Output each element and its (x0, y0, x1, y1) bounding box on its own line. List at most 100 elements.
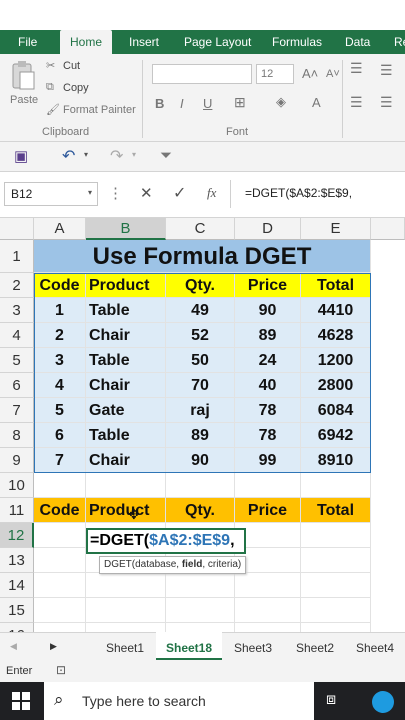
empty-cell[interactable] (166, 573, 235, 598)
column-header[interactable] (371, 218, 405, 240)
filter-icon[interactable]: ⏷ (160, 147, 172, 164)
table-cell[interactable]: 24 (235, 348, 301, 373)
italic-button[interactable]: I (180, 96, 184, 111)
table-cell[interactable]: 8910 (301, 448, 371, 473)
cut-button[interactable]: Cut (63, 60, 80, 72)
scroll-left-icon[interactable]: ◀ (10, 641, 17, 652)
table-cell[interactable]: 99 (235, 448, 301, 473)
row-header[interactable]: 4 (0, 323, 34, 348)
empty-cell[interactable] (34, 548, 86, 573)
row-header[interactable]: 6 (0, 373, 34, 398)
cancel-icon[interactable]: ✕ (140, 184, 153, 202)
criteria-header-cell[interactable]: Code (34, 498, 86, 523)
empty-cell[interactable] (235, 573, 301, 598)
table-cell[interactable]: 4 (34, 373, 86, 398)
empty-cell[interactable] (301, 473, 371, 498)
empty-cell[interactable] (301, 598, 371, 623)
empty-cell[interactable] (235, 473, 301, 498)
column-header[interactable]: C (166, 218, 235, 240)
column-header[interactable]: D (235, 218, 301, 240)
insert-function-button[interactable]: fx (207, 185, 216, 201)
font-name-dropdown[interactable] (152, 64, 252, 84)
font-color-icon[interactable]: A (312, 95, 321, 110)
underline-button[interactable]: U (203, 96, 212, 111)
table-cell[interactable]: 2800 (301, 373, 371, 398)
table-header-cell[interactable]: Total (301, 273, 371, 298)
sheet-tab[interactable]: Sheet3 (234, 641, 272, 655)
column-header[interactable]: B (86, 218, 166, 240)
tab-review[interactable]: Re (394, 35, 405, 49)
sheet-tab[interactable]: Sheet2 (296, 641, 334, 655)
format-painter-button[interactable]: Format Painter (63, 104, 136, 116)
row-header[interactable]: 2 (0, 273, 34, 298)
table-cell[interactable]: 5 (34, 398, 86, 423)
table-cell[interactable]: 90 (166, 448, 235, 473)
empty-cell[interactable] (86, 573, 166, 598)
table-cell[interactable]: 6942 (301, 423, 371, 448)
table-cell[interactable]: 40 (235, 373, 301, 398)
edge-browser-icon[interactable] (372, 691, 394, 713)
table-cell[interactable]: Table (86, 298, 166, 323)
table-cell[interactable]: 1200 (301, 348, 371, 373)
redo-dropdown-icon[interactable]: ▾ (132, 150, 136, 159)
column-header[interactable]: A (34, 218, 86, 240)
table-cell[interactable]: 6 (34, 423, 86, 448)
row-header[interactable]: 13 (0, 548, 34, 573)
criteria-header-cell[interactable]: Qty. (166, 498, 235, 523)
row-header[interactable]: 14 (0, 573, 34, 598)
table-cell[interactable]: 3 (34, 348, 86, 373)
undo-icon[interactable]: ↶ (62, 146, 75, 166)
empty-cell[interactable] (86, 473, 166, 498)
table-cell[interactable]: 78 (235, 423, 301, 448)
taskbar-search-box[interactable]: ⌕ Type here to search (44, 682, 314, 720)
tab-file[interactable]: File (18, 35, 37, 49)
table-cell[interactable]: Table (86, 423, 166, 448)
criteria-header-cell[interactable]: Product (86, 498, 166, 523)
tooltip-field[interactable]: field (182, 559, 203, 570)
windows-start-icon[interactable] (12, 692, 30, 715)
empty-cell[interactable] (34, 473, 86, 498)
table-header-cell[interactable]: Price (235, 273, 301, 298)
empty-cell[interactable] (166, 598, 235, 623)
empty-cell[interactable] (301, 548, 371, 573)
bold-button[interactable]: B (155, 96, 164, 111)
table-cell[interactable]: Table (86, 348, 166, 373)
table-header-cell[interactable]: Product (86, 273, 166, 298)
empty-cell[interactable] (34, 523, 86, 548)
select-all-corner[interactable] (0, 218, 34, 240)
tab-insert[interactable]: Insert (129, 35, 159, 49)
empty-cell[interactable] (301, 523, 371, 548)
fill-color-icon[interactable]: ◈ (276, 94, 286, 110)
table-cell[interactable]: 89 (235, 323, 301, 348)
shrink-font-icon[interactable]: A˅ (326, 68, 340, 80)
sheet-tab[interactable]: Sheet1 (106, 641, 144, 655)
tab-home[interactable]: Home (60, 30, 113, 54)
table-cell[interactable]: 2 (34, 323, 86, 348)
table-cell[interactable]: 90 (235, 298, 301, 323)
tab-page-layout[interactable]: Page Layout (184, 35, 251, 49)
criteria-header-cell[interactable]: Total (301, 498, 371, 523)
font-size-dropdown[interactable]: 12 (256, 64, 294, 84)
sheet-tab[interactable]: Sheet4 (356, 641, 394, 655)
undo-dropdown-icon[interactable]: ▾ (84, 150, 88, 159)
row-header[interactable]: 12 (0, 523, 34, 548)
formula-input[interactable]: =DGET($A$2:$E$9, (245, 186, 352, 200)
table-cell[interactable]: 50 (166, 348, 235, 373)
paste-button[interactable]: Paste (10, 94, 38, 106)
table-cell[interactable]: 4628 (301, 323, 371, 348)
editing-cell[interactable]: =DGET($A$2:$E$9, (86, 528, 246, 554)
align-left-icon[interactable]: ☰ (350, 94, 363, 111)
table-cell[interactable]: 7 (34, 448, 86, 473)
save-icon[interactable]: ▣ (14, 147, 28, 165)
table-cell[interactable]: Chair (86, 323, 166, 348)
name-box-dropdown-icon[interactable]: ▾ (88, 188, 92, 197)
table-header-cell[interactable]: Qty. (166, 273, 235, 298)
row-header[interactable]: 9 (0, 448, 34, 473)
table-cell[interactable]: 4410 (301, 298, 371, 323)
tab-formulas[interactable]: Formulas (272, 35, 322, 49)
macro-record-icon[interactable]: ⊡ (56, 663, 66, 677)
criteria-header-cell[interactable]: Price (235, 498, 301, 523)
table-cell[interactable]: Gate (86, 398, 166, 423)
table-cell[interactable]: 49 (166, 298, 235, 323)
empty-cell[interactable] (34, 598, 86, 623)
